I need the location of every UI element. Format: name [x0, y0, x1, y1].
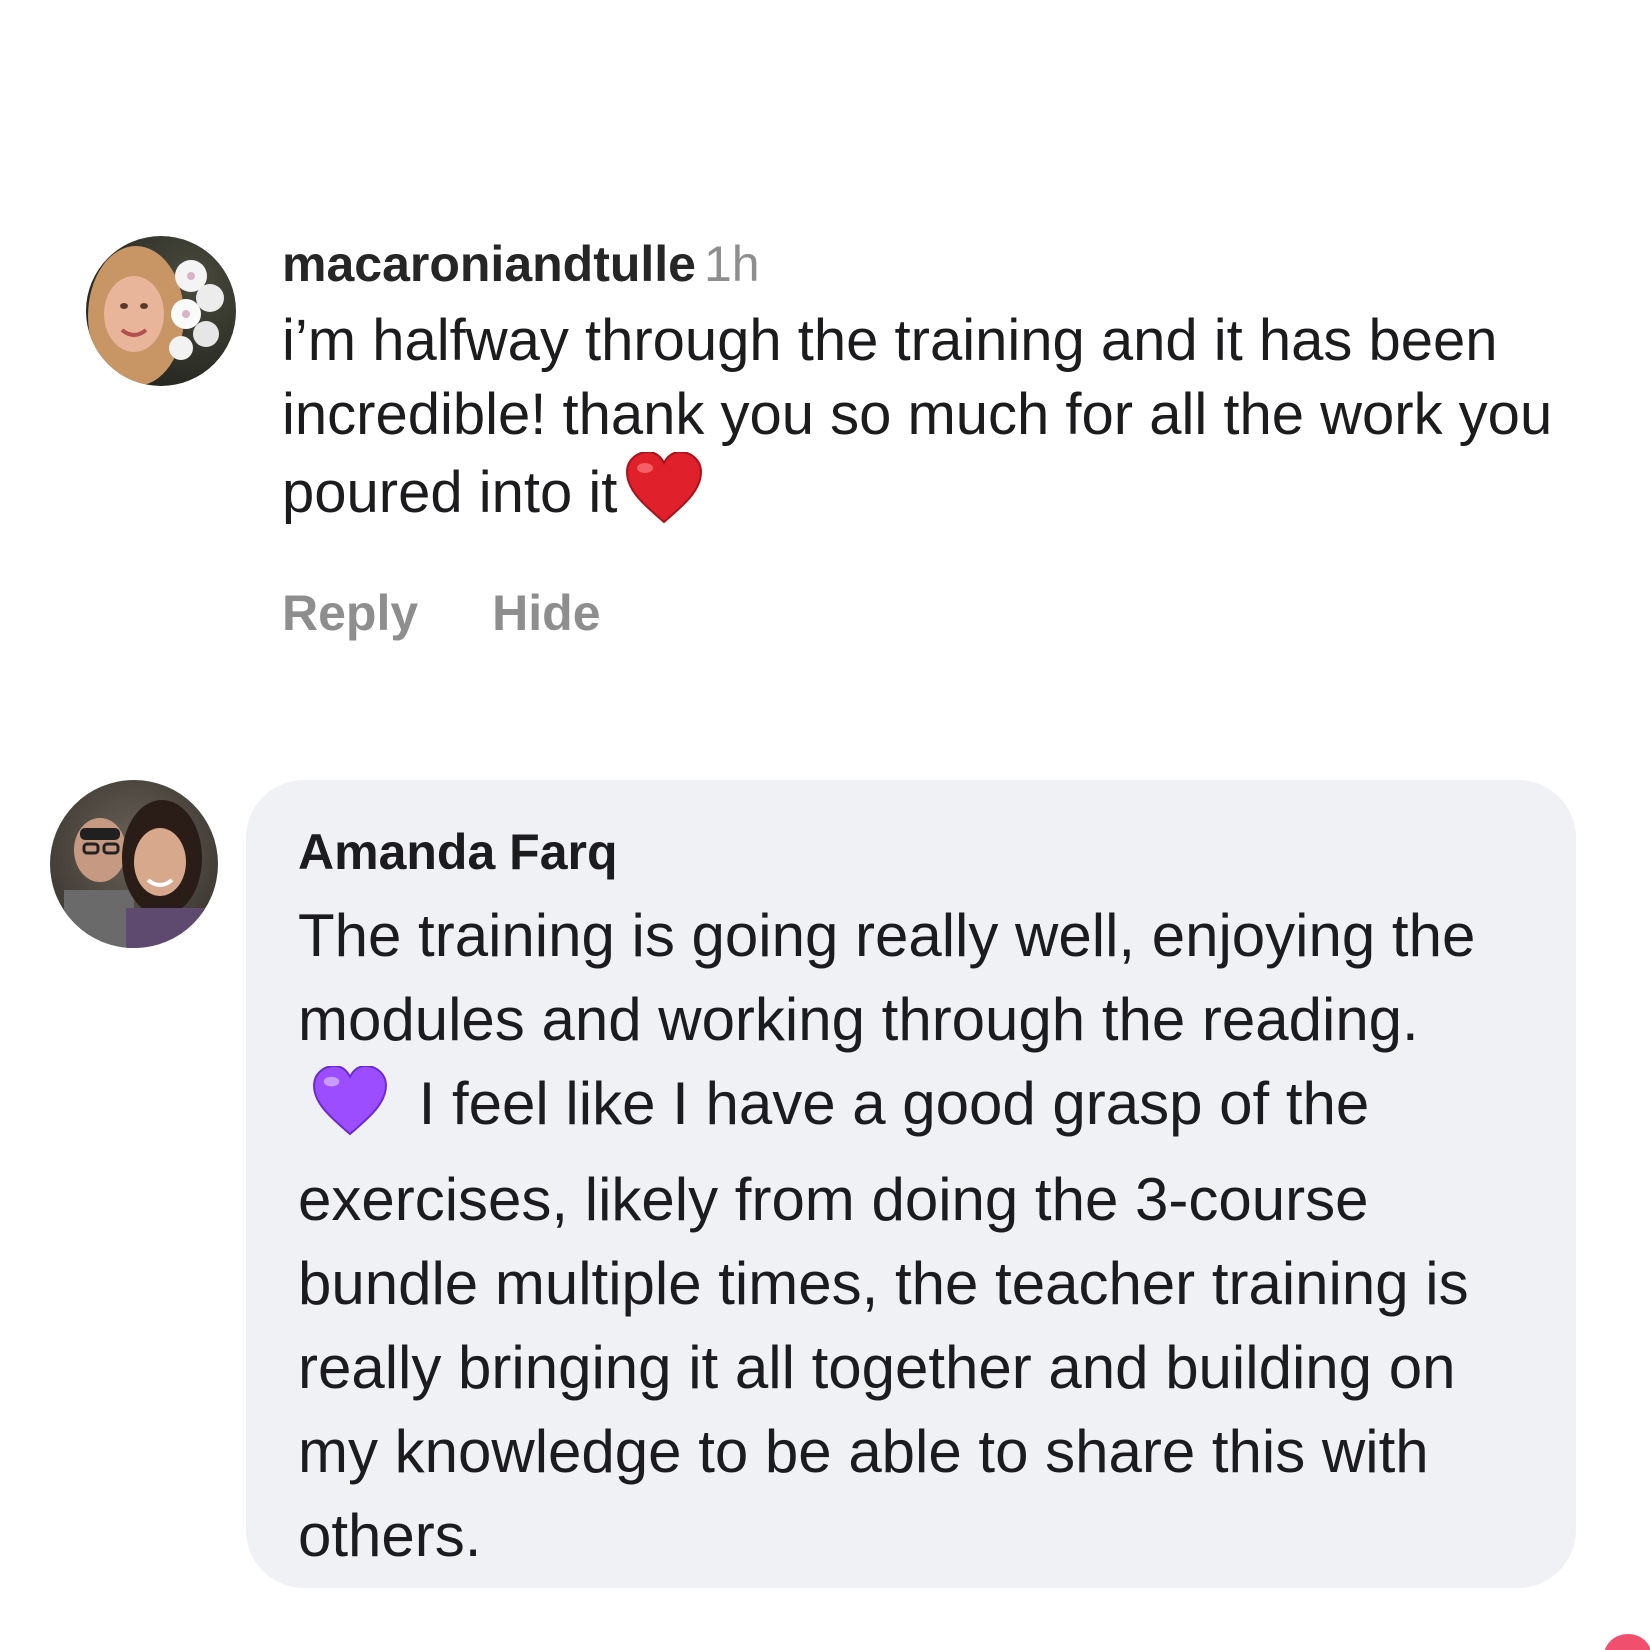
comment-actions: Reply Hide [282, 584, 1582, 642]
comment-text: The training is going really well, enjoy… [298, 894, 1536, 1578]
comment-text: i’m halfway through the training and it … [282, 304, 1582, 542]
comment-bubble-amanda-farq: Amanda Farq The training is going really… [246, 780, 1576, 1588]
avatar[interactable] [50, 780, 218, 948]
comment-header: macaroniandtulle 1h [282, 236, 1582, 292]
comment-text-content: i’m halfway through the training and it … [282, 308, 1553, 525]
hide-button[interactable]: Hide [492, 585, 600, 641]
reply-button[interactable]: Reply [282, 585, 418, 641]
partial-icon [1586, 1622, 1650, 1650]
commenter-name[interactable]: Amanda Farq [298, 822, 1536, 882]
avatar[interactable] [86, 236, 236, 386]
timestamp: 1h [704, 236, 760, 292]
comment-text-part-1: The training is going really well, enjoy… [298, 902, 1476, 1053]
purple-heart-icon [312, 1065, 388, 1158]
comment-text-part-2: I feel like I have a good grasp of the e… [298, 1070, 1469, 1569]
comment-body: macaroniandtulle 1h i’m halfway through t… [282, 236, 1582, 642]
red-heart-icon [625, 450, 703, 542]
username[interactable]: macaroniandtulle [282, 236, 696, 292]
